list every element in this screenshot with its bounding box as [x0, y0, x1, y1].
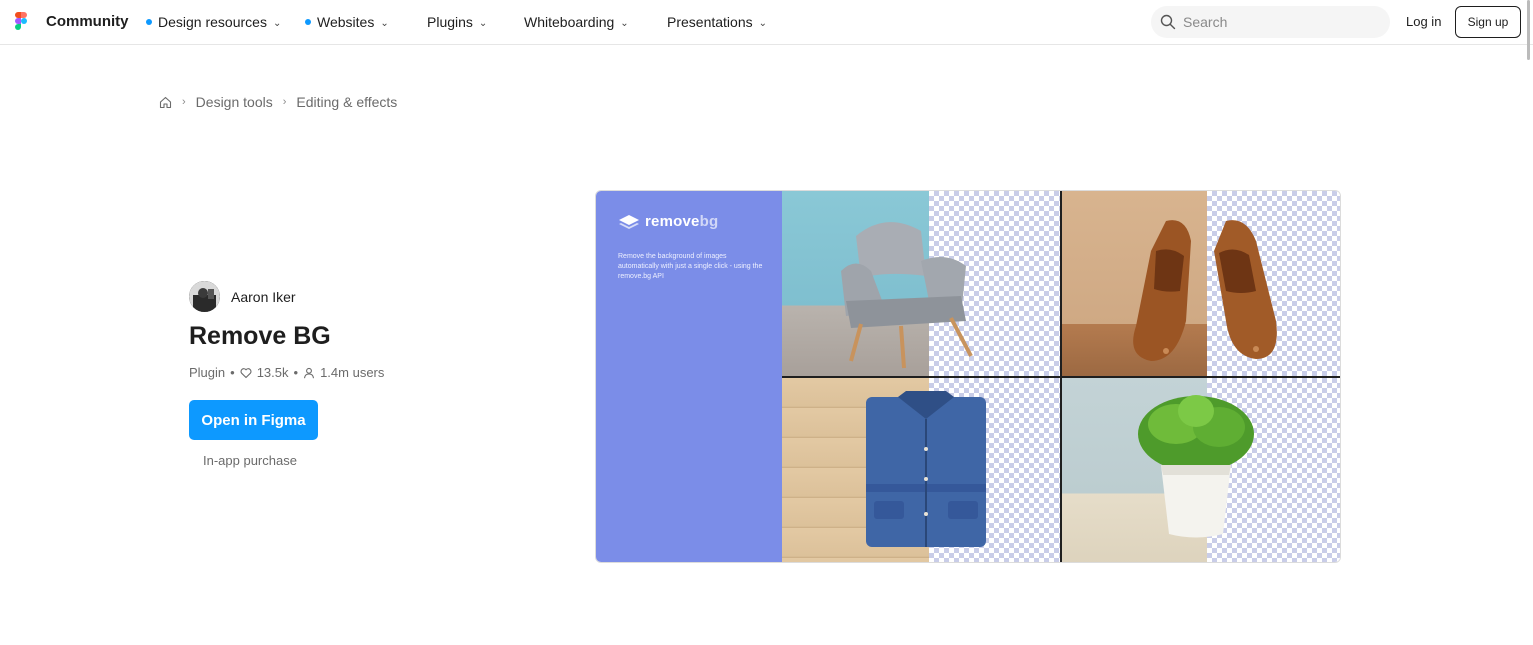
chevron-right-icon: › [182, 96, 186, 108]
nav-design-resources[interactable]: Design resources ⌄ [146, 14, 281, 30]
chevron-down-icon: ⌄ [272, 18, 282, 29]
top-navigation: Community Design resources ⌄ Websites ⌄ Pl… [0, 0, 1533, 45]
chevron-down-icon: ⌄ [380, 18, 389, 29]
chair-image [841, 222, 973, 369]
breadcrumb-editing-effects[interactable]: Editing & effects [296, 94, 397, 110]
shoes-image [1133, 220, 1277, 361]
chevron-down-icon: ⌄ [620, 18, 629, 29]
nav-label: Plugins [427, 14, 473, 30]
chevron-down-icon: ⌄ [478, 18, 488, 29]
search-icon [1160, 14, 1176, 30]
grid-divider-horizontal [782, 376, 1340, 378]
breadcrumb-design-tools[interactable]: Design tools [196, 94, 273, 110]
nav-label: Whiteboarding [524, 14, 615, 30]
user-icon [304, 367, 315, 378]
open-in-figma-button[interactable]: Open in Figma [189, 400, 318, 440]
community-link[interactable]: Community [46, 13, 129, 30]
plugin-type: Plugin [189, 365, 226, 380]
nav-presentations[interactable]: Presentations ⌄ [667, 14, 767, 30]
login-link[interactable]: Log in [1406, 14, 1441, 29]
nav-label: Presentations [667, 14, 753, 30]
like-count: 13.5k [256, 365, 289, 380]
preview-description: Remove the background of images automati… [618, 253, 763, 280]
search-input[interactable] [1183, 6, 1378, 38]
nav-plugins[interactable]: Plugins ⌄ [427, 14, 487, 30]
nav-websites[interactable]: Websites ⌄ [305, 14, 389, 30]
user-count: 1.4m users [320, 365, 385, 380]
heart-icon[interactable] [240, 367, 252, 379]
preview-brand-panel: removebg Remove the background of images… [596, 191, 782, 562]
new-indicator-dot [146, 19, 152, 25]
chevron-right-icon: › [282, 96, 287, 108]
author-avatar[interactable] [189, 281, 220, 312]
nav-label: Design resources [158, 14, 267, 30]
breadcrumb: › Design tools › Editing & effects [159, 94, 397, 110]
nav-label: Websites [317, 14, 375, 30]
figma-logo-icon[interactable] [15, 12, 27, 32]
page-title: Remove BG [189, 322, 331, 350]
new-indicator-dot [305, 19, 311, 25]
wordmark-bg: bg [699, 213, 719, 230]
signup-button[interactable]: Sign up [1455, 6, 1521, 38]
scrollbar[interactable] [1527, 0, 1530, 60]
wordmark-remove: remove [645, 213, 700, 230]
author-name[interactable]: Aaron Iker [231, 289, 296, 305]
chevron-down-icon: ⌄ [758, 18, 767, 29]
removebg-wordmark: removebg [645, 213, 718, 230]
in-app-purchase-note: In-app purchase [203, 453, 297, 468]
removebg-logo-icon [619, 214, 639, 229]
bullet-separator: • [230, 365, 235, 380]
search-box[interactable] [1151, 6, 1390, 38]
avatar-image [189, 281, 220, 312]
home-icon[interactable] [159, 96, 172, 109]
plant-image [1138, 395, 1254, 538]
removebg-logo: removebg [618, 213, 718, 230]
plugin-preview-image[interactable]: removebg Remove the background of images… [595, 190, 1341, 563]
nav-whiteboarding[interactable]: Whiteboarding ⌄ [524, 14, 629, 30]
bullet-separator: • [293, 365, 299, 380]
shirt-image [866, 391, 986, 547]
plugin-meta: Plugin • 13.5k • 1.4m users [189, 365, 384, 380]
